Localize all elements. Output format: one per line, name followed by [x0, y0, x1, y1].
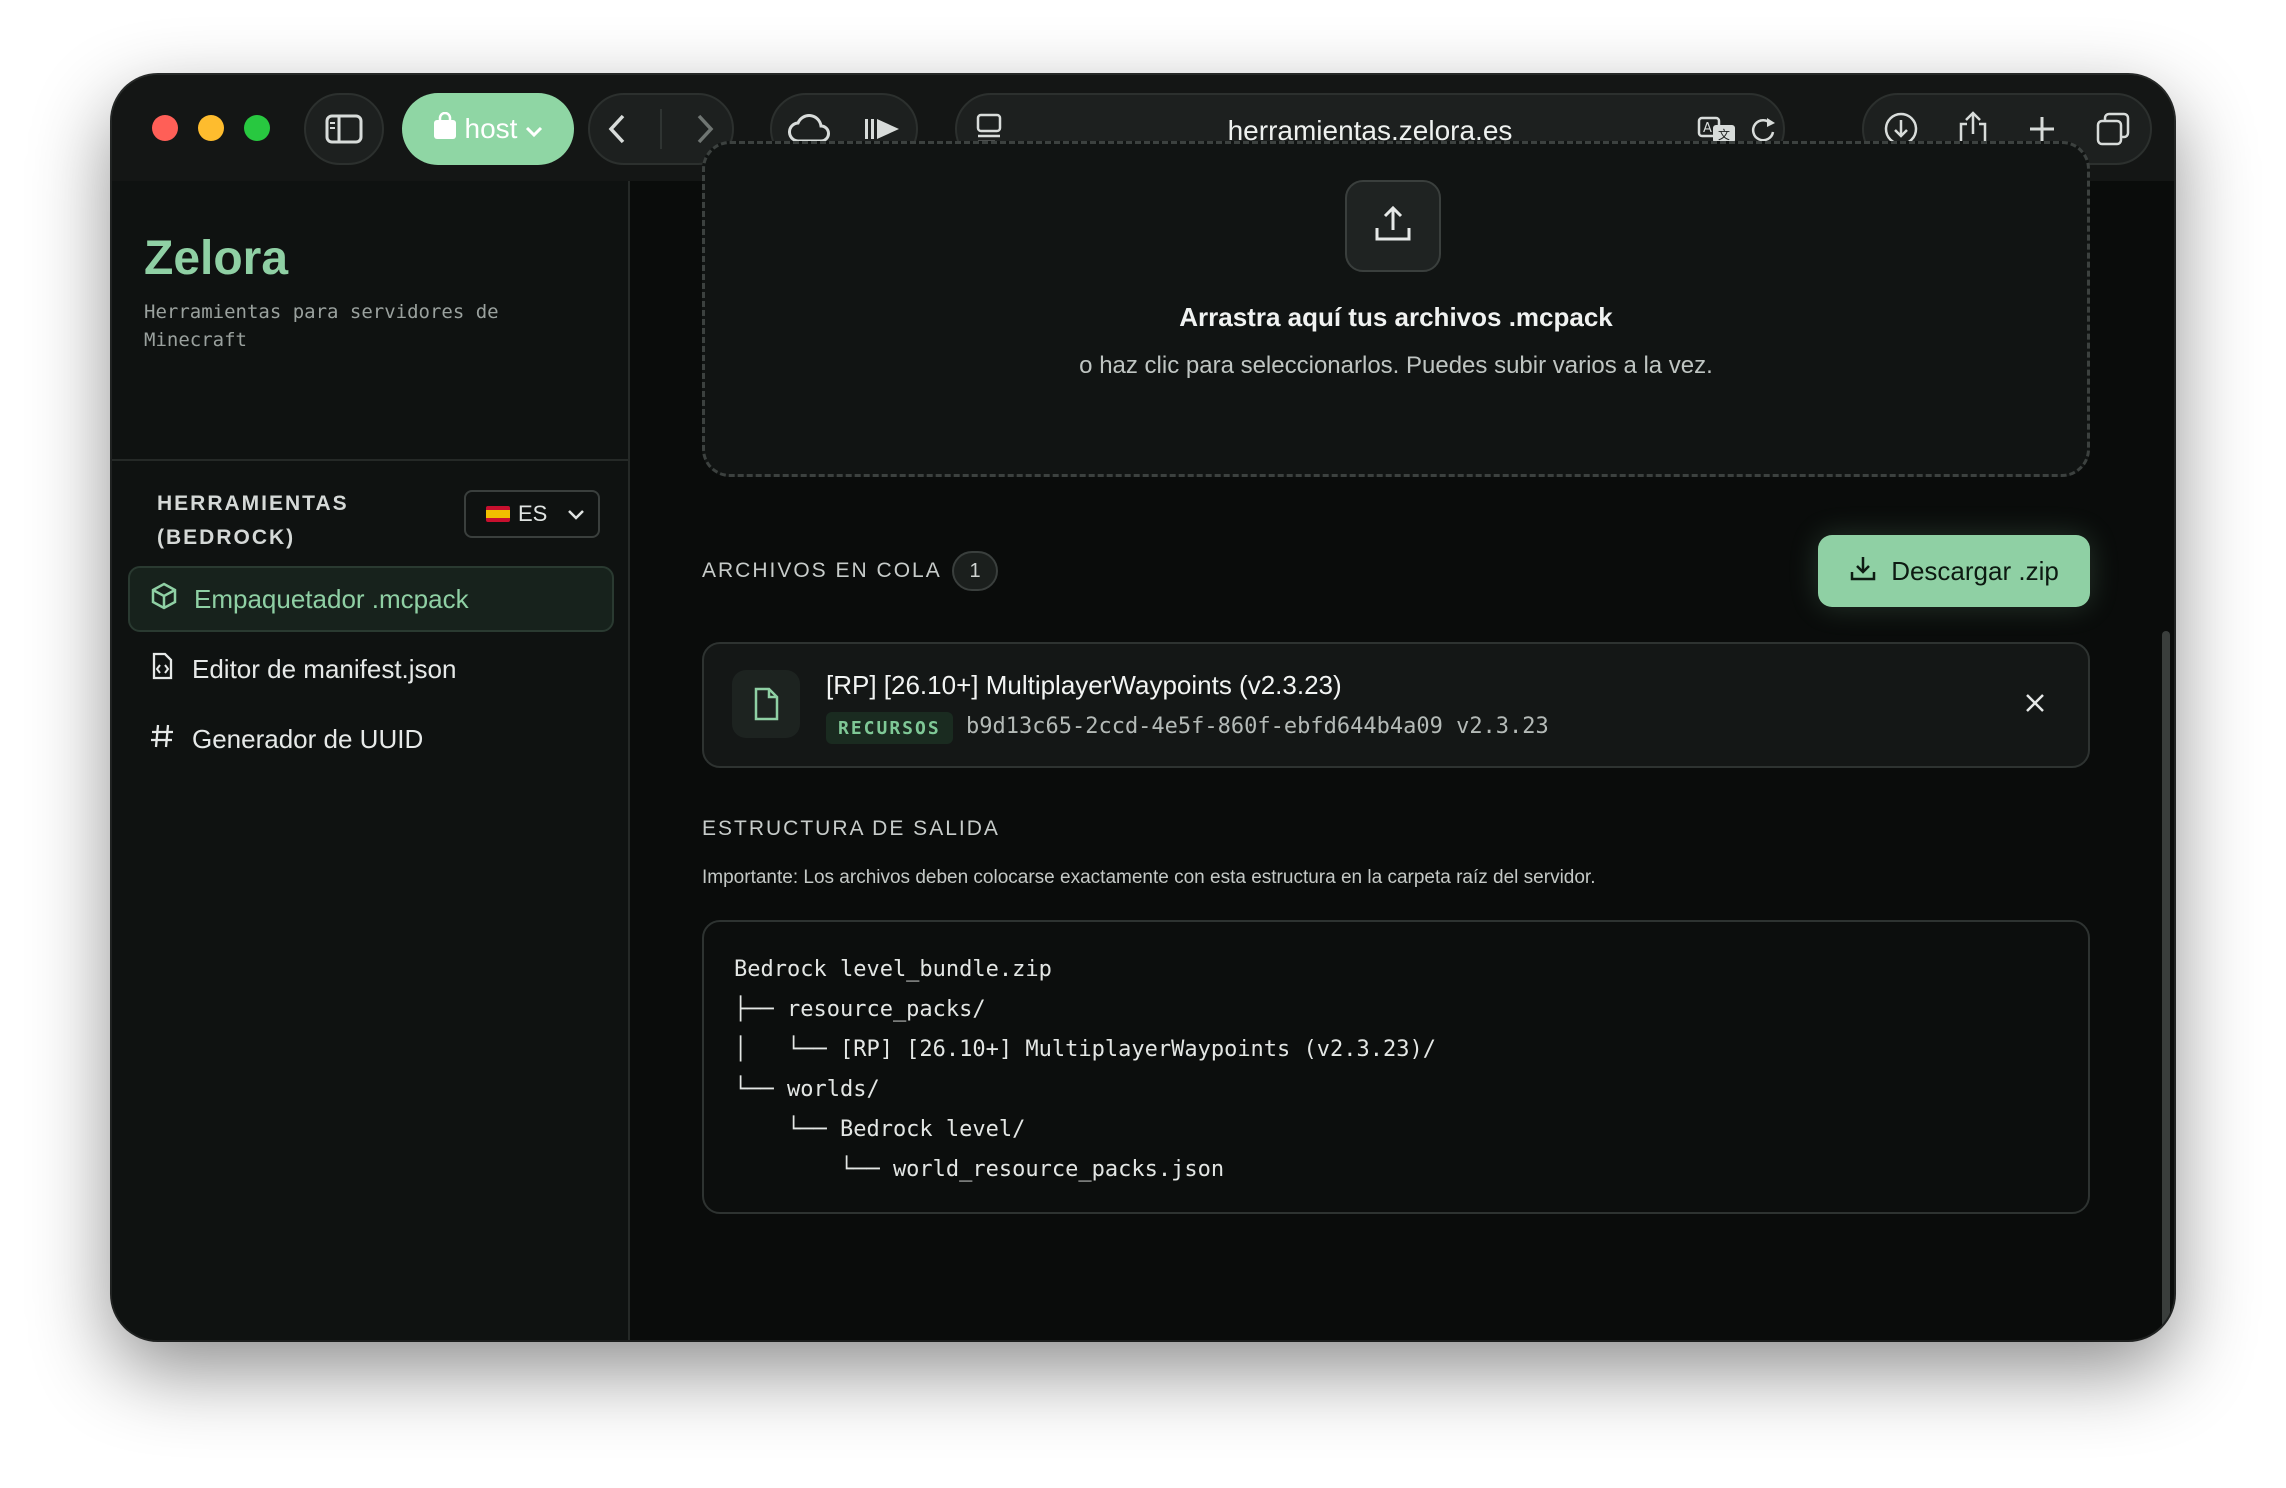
zoom-window-button[interactable] [244, 115, 270, 141]
download-label: Descargar .zip [1891, 555, 2059, 586]
sidebar-icon [325, 114, 363, 144]
close-window-button[interactable] [152, 115, 178, 141]
upload-dropzone[interactable]: Arrastra aquí tus archivos .mcpack o haz… [702, 141, 2090, 477]
tree-line: └── worlds/ [734, 1077, 880, 1102]
output-tree: Bedrock level_bundle.zip ├── resource_pa… [702, 920, 2090, 1214]
sidebar-item-manifest-editor[interactable]: Editor de manifest.json [128, 636, 614, 702]
file-type-badge: RECURSOS [826, 712, 953, 744]
svg-text:文: 文 [1718, 127, 1730, 142]
tree-line: Bedrock level_bundle.zip [734, 957, 1052, 982]
nav-divider [659, 109, 662, 149]
sidebar: Zelora Herramientas para servidores de M… [112, 181, 630, 1340]
tree-line: │ └── [RP] [26.10+] MultiplayerWaypoints… [734, 1037, 1436, 1062]
play-next-icon[interactable] [863, 115, 901, 143]
scrollbar[interactable] [2162, 631, 2170, 1340]
sidebar-divider [112, 459, 630, 461]
browser-window: host herramientas.zelora.es A 文 Zelora H… [112, 75, 2174, 1340]
sidebar-item-uuid-generator[interactable]: Generador de UUID [128, 706, 614, 772]
queue-count-badge: 1 [952, 551, 998, 591]
language-select[interactable]: ES [464, 490, 600, 538]
download-zip-button[interactable]: Descargar .zip [1818, 535, 2090, 607]
sidebar-item-label: Generador de UUID [192, 723, 424, 754]
chevron-down-icon [567, 501, 585, 527]
dropzone-subtitle: o haz clic para seleccionarlos. Puedes s… [1079, 352, 1713, 379]
sidebar-item-label: Editor de manifest.json [192, 653, 457, 684]
brand-logo[interactable]: Zelora [144, 231, 288, 286]
main-content: Arrastra aquí tus archivos .mcpack o haz… [632, 141, 2174, 1340]
tab-overview-icon[interactable] [2095, 111, 2131, 147]
file-icon [732, 670, 800, 738]
tree-line: ├── resource_packs/ [734, 997, 986, 1022]
tree-line: └── world_resource_packs.json [734, 1157, 1225, 1182]
file-code-icon [148, 652, 176, 687]
close-icon [2024, 692, 2046, 719]
dropzone-title: Arrastra aquí tus archivos .mcpack [1179, 302, 1613, 332]
file-name: [RP] [26.10+] MultiplayerWaypoints (v2.3… [826, 670, 1342, 700]
back-icon[interactable] [607, 113, 627, 145]
remove-file-button[interactable] [2020, 690, 2050, 720]
hash-icon [148, 722, 176, 757]
package-icon [150, 582, 178, 617]
sidebar-item-mcpack-packager[interactable]: Empaquetador .mcpack [128, 566, 614, 632]
new-tab-icon[interactable] [2027, 114, 2057, 144]
svg-text:A: A [1703, 121, 1712, 136]
section-title: HERRAMIENTAS (BEDROCK) [157, 492, 349, 549]
forward-icon[interactable] [695, 113, 715, 145]
upload-icon [1373, 204, 1413, 249]
cloud-icon[interactable] [787, 114, 832, 144]
language-label: ES [518, 501, 548, 526]
profile-host-button[interactable]: host [402, 93, 574, 165]
queued-file-card: [RP] [26.10+] MultiplayerWaypoints (v2.3… [702, 642, 2090, 768]
file-uuid-version: b9d13c65-2ccd-4e5f-860f-ebfd644b4a09 v2.… [966, 714, 1549, 739]
sidebar-item-label: Empaquetador .mcpack [194, 583, 469, 614]
queue-title: ARCHIVOS EN COLA [702, 559, 942, 582]
upload-button[interactable] [1345, 180, 1441, 272]
output-structure-note: Importante: Los archivos deben colocarse… [702, 867, 1596, 888]
tree-line: └── Bedrock level/ [734, 1117, 1026, 1142]
download-icon [1849, 554, 1877, 589]
minimize-window-button[interactable] [198, 115, 224, 141]
output-structure-title: ESTRUCTURA DE SALIDA [702, 817, 1000, 840]
host-label: host [464, 113, 518, 144]
chevron-down-icon [525, 113, 543, 145]
spain-flag-icon [486, 506, 510, 522]
sidebar-toggle-button[interactable] [304, 93, 384, 165]
bag-icon [433, 111, 457, 147]
brand-tagline: Herramientas para servidores de Minecraf… [144, 301, 499, 351]
